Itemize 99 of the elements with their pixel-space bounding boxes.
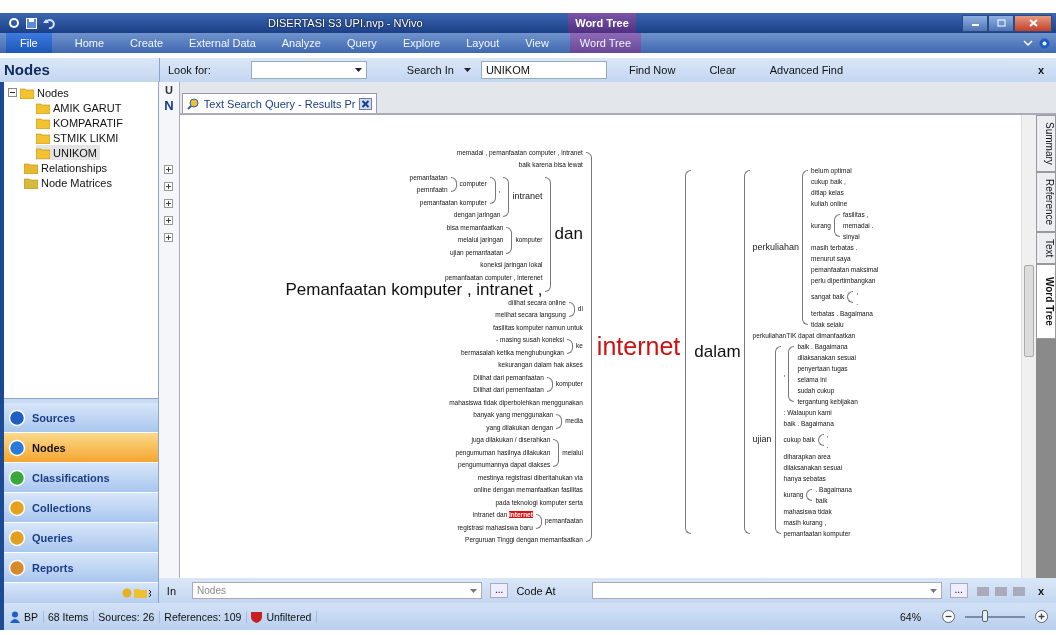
expand-icon[interactable] [164, 182, 174, 191]
folder-icon [36, 116, 50, 129]
expand-icon[interactable] [164, 233, 174, 242]
look-for-field[interactable] [250, 61, 367, 79]
side-tab[interactable]: Word Tree [1036, 264, 1056, 339]
folder-icon [20, 86, 34, 99]
navigation-icon [8, 468, 26, 487]
tree-word: intranet [511, 190, 544, 203]
tree-word: dalam [693, 340, 742, 363]
search-in-field[interactable]: UNIKOM [480, 61, 607, 79]
minimize-button[interactable] [962, 14, 988, 32]
maximize-icon [996, 19, 1006, 27]
panel-title: Nodes [0, 58, 160, 82]
expand-icon[interactable] [164, 165, 174, 174]
tree-item[interactable]: Nodes [8, 85, 72, 100]
tree-root-word: internet [595, 332, 682, 361]
find-bar-button[interactable]: Advanced Find [757, 64, 856, 76]
tree-item[interactable]: KOMPARATIF [36, 115, 126, 130]
save-icon[interactable] [26, 17, 37, 29]
folder-icon [36, 146, 50, 159]
expand-icon[interactable] [164, 216, 174, 225]
navigation-icon [8, 438, 26, 457]
navigation-button[interactable]: Nodes [4, 433, 158, 463]
expand-icon[interactable] [164, 199, 174, 208]
zoom-level: 64% [900, 610, 922, 623]
close-icon [1028, 19, 1038, 27]
folder-icon [24, 161, 38, 174]
navigation-icon [8, 528, 26, 547]
status-items: 68 Items [48, 610, 95, 623]
in-field[interactable]: Nodes [192, 582, 483, 599]
folder-icon [24, 176, 38, 189]
tree-word: ujian [751, 433, 773, 446]
context-tab-header: Word Tree [568, 13, 636, 33]
side-tab[interactable]: Reference [1036, 171, 1056, 232]
tree-item[interactable]: AMIK GARUT [36, 100, 125, 115]
navigation-icon [8, 558, 26, 577]
minimize-ribbon-icon[interactable] [1023, 39, 1033, 47]
query-icon [186, 97, 200, 110]
status-sources: Sources: 26 [98, 610, 161, 623]
tree-word: perkuliahan [751, 240, 801, 254]
column-header[interactable]: U [164, 84, 173, 96]
document-tab[interactable]: Text Search Query - Results Pr [181, 93, 378, 113]
dropdown-icon[interactable] [354, 68, 362, 72]
filter-icon [251, 610, 263, 623]
navigation-button[interactable]: Classifications [4, 463, 158, 493]
close-code-bar-button[interactable]: x [1033, 584, 1048, 597]
slider-thumb[interactable] [981, 609, 988, 622]
ribbon-tab[interactable]: Analyze [268, 33, 334, 53]
window-title: DISERTASI S3 UPI.nvp - NVivo [267, 17, 424, 29]
user-icon [10, 610, 20, 623]
status-filter: Unfiltered [266, 610, 318, 623]
vertical-scrollbar[interactable] [1021, 115, 1036, 578]
collapse-icon[interactable] [8, 88, 17, 97]
status-user: BP [24, 610, 44, 623]
navigation-button[interactable]: Collections [4, 493, 158, 523]
navigation-icon [8, 408, 26, 427]
ribbon-tab[interactable]: Layout [453, 33, 513, 53]
ribbon-tab[interactable]: Explore [389, 33, 454, 53]
in-label: In [166, 584, 177, 597]
navigation-button[interactable]: Queries [4, 523, 158, 553]
help-icon[interactable] [1039, 37, 1050, 49]
tree-word: dan [553, 227, 584, 241]
close-button[interactable] [1014, 14, 1052, 32]
code-at-label: Code At [516, 584, 556, 597]
status-references: References: 109 [164, 610, 248, 623]
navigation-button[interactable]: Sources [4, 403, 158, 433]
close-icon[interactable] [359, 97, 373, 110]
ribbon-tab[interactable]: View [512, 33, 562, 53]
tree-item[interactable]: Node Matrices [8, 175, 115, 190]
close-find-button[interactable]: x [1033, 64, 1048, 76]
ribbon-tab[interactable]: Create [117, 33, 177, 53]
dropdown-icon[interactable] [463, 68, 471, 72]
column-header[interactable]: N [164, 98, 174, 113]
zoom-out-icon[interactable] [942, 610, 955, 623]
find-bar-button[interactable]: Clear [697, 64, 748, 76]
ribbon-tab[interactable]: Query [333, 33, 390, 53]
browse-button[interactable]: ... [490, 583, 509, 598]
scrollbar-thumb[interactable] [1024, 265, 1034, 357]
undo-icon[interactable] [43, 17, 55, 29]
tree-item[interactable]: STMIK LIKMI [36, 130, 122, 145]
ribbon-tab[interactable]: Word Tree [569, 33, 641, 53]
zoom-in-icon[interactable] [1035, 610, 1048, 623]
navigation-button[interactable]: Reports [4, 553, 158, 583]
search-in-label: Search In [406, 64, 454, 76]
side-tab[interactable]: Summary [1036, 115, 1056, 172]
ribbon-tab[interactable]: External Data [176, 33, 269, 53]
app-icon[interactable] [8, 17, 20, 29]
ribbon-tab[interactable]: File [6, 33, 52, 53]
code-at-field[interactable] [591, 582, 942, 599]
ribbon-tab[interactable]: Home [61, 33, 118, 53]
browse-button[interactable]: ... [949, 583, 968, 598]
tree-item[interactable]: UNIKOM [36, 145, 100, 160]
side-tab[interactable]: Text [1036, 231, 1056, 265]
tree-item[interactable]: Relationships [8, 160, 111, 175]
find-bar-button[interactable]: Find Now [616, 64, 688, 76]
navigation-icon [8, 498, 26, 517]
maximize-button[interactable] [988, 14, 1014, 32]
folder-icon [36, 101, 50, 114]
look-for-label: Look for: [168, 64, 211, 76]
